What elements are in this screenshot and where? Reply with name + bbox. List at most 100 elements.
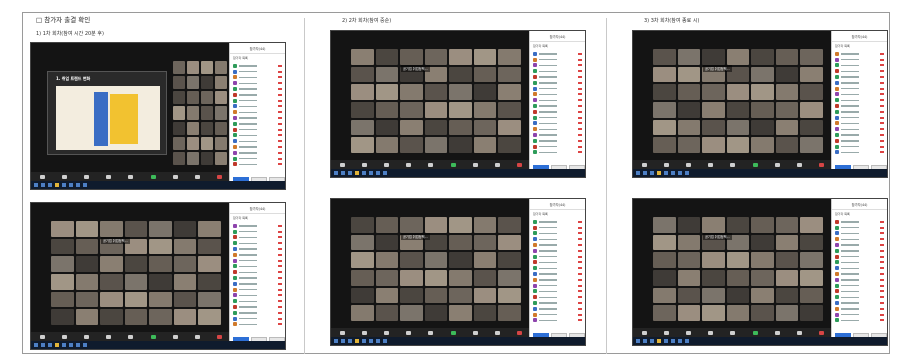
participants-icon[interactable]: [106, 334, 112, 339]
security-icon[interactable]: [384, 330, 390, 335]
video-tile[interactable]: [187, 136, 199, 150]
video-tile[interactable]: [751, 119, 774, 136]
taskbar-app-icon[interactable]: [341, 339, 345, 343]
taskbar-app-icon[interactable]: [657, 171, 661, 175]
taskbar-app-icon[interactable]: [76, 183, 80, 187]
taskbar-app-icon[interactable]: [41, 183, 45, 187]
participants-icon[interactable]: [106, 174, 112, 179]
video-tile[interactable]: [173, 274, 197, 290]
video-tile[interactable]: [751, 137, 774, 153]
video-tile[interactable]: [751, 49, 774, 65]
video-tile[interactable]: [351, 234, 374, 251]
video-tile[interactable]: [173, 136, 185, 150]
video-tile[interactable]: [473, 217, 497, 233]
video-tile[interactable]: [498, 49, 521, 65]
video-tile[interactable]: [473, 287, 497, 304]
video-tile[interactable]: [726, 217, 750, 233]
video-tile[interactable]: [702, 217, 725, 233]
video-tile[interactable]: [800, 102, 823, 118]
video-tile[interactable]: [473, 49, 497, 65]
video-tile[interactable]: [375, 252, 399, 268]
video-tile[interactable]: [726, 49, 750, 65]
video-tile[interactable]: [775, 119, 799, 136]
video-tile[interactable]: [51, 221, 74, 237]
taskbar-app-icon[interactable]: [383, 339, 387, 343]
video-tile[interactable]: [677, 252, 701, 268]
video-tile[interactable]: [653, 252, 676, 268]
video-tile[interactable]: [677, 49, 701, 65]
video-tile[interactable]: [473, 305, 497, 321]
taskbar-app-icon[interactable]: [650, 339, 654, 343]
participant-row[interactable]: [835, 318, 884, 324]
video-tile[interactable]: [173, 61, 185, 75]
video-tile[interactable]: [449, 66, 472, 83]
video-tile[interactable]: [726, 137, 750, 153]
video-tile[interactable]: [75, 256, 99, 272]
participants-icon[interactable]: [708, 162, 714, 167]
video-tile[interactable]: [775, 252, 799, 268]
video-tile[interactable]: [800, 252, 823, 268]
video-tile[interactable]: [677, 102, 701, 118]
video-tile[interactable]: [173, 309, 197, 325]
video-tile[interactable]: [498, 137, 521, 153]
video-tile[interactable]: [149, 309, 172, 325]
video-tile[interactable]: [726, 305, 750, 321]
video-tile[interactable]: [449, 305, 472, 321]
video-tile[interactable]: [173, 238, 197, 255]
video-tile[interactable]: [198, 238, 221, 255]
taskbar-app-icon[interactable]: [376, 339, 380, 343]
video-tile[interactable]: [149, 256, 172, 272]
video-tile[interactable]: [424, 217, 448, 233]
video-tile[interactable]: [677, 66, 701, 83]
taskbar-app-icon[interactable]: [69, 183, 73, 187]
taskbar-app-icon[interactable]: [62, 183, 66, 187]
video-tile[interactable]: [100, 221, 123, 237]
video-tile[interactable]: [702, 137, 725, 153]
video-tile[interactable]: [702, 287, 725, 304]
chat-icon[interactable]: [730, 330, 736, 335]
video-tile[interactable]: [677, 234, 701, 251]
video-tile[interactable]: [375, 217, 399, 233]
video-tile[interactable]: [800, 305, 823, 321]
video-icon[interactable]: [61, 174, 67, 179]
video-tile[interactable]: [449, 119, 472, 136]
video-tile[interactable]: [775, 270, 799, 286]
chat-icon[interactable]: [428, 162, 434, 167]
video-tile[interactable]: [187, 151, 199, 165]
video-tile[interactable]: [751, 270, 774, 286]
video-tile[interactable]: [351, 287, 374, 304]
taskbar-app-icon[interactable]: [83, 183, 87, 187]
video-tile[interactable]: [75, 238, 99, 255]
taskbar-app-icon[interactable]: [69, 343, 73, 347]
participants-icon[interactable]: [708, 330, 714, 335]
video-icon[interactable]: [361, 330, 367, 335]
taskbar-app-icon[interactable]: [348, 171, 352, 175]
security-icon[interactable]: [384, 162, 390, 167]
video-tile[interactable]: [400, 49, 423, 65]
record-icon[interactable]: [472, 162, 478, 167]
video-icon[interactable]: [663, 162, 669, 167]
video-tile[interactable]: [424, 119, 448, 136]
video-tile[interactable]: [351, 84, 374, 100]
video-tile[interactable]: [751, 217, 774, 233]
video-tile[interactable]: [473, 84, 497, 100]
video-tile[interactable]: [400, 305, 423, 321]
leave-icon[interactable]: [819, 162, 825, 167]
security-icon[interactable]: [686, 330, 692, 335]
video-tile[interactable]: [751, 287, 774, 304]
reactions-icon[interactable]: [195, 174, 201, 179]
taskbar-app-icon[interactable]: [685, 171, 689, 175]
video-tile[interactable]: [173, 256, 197, 272]
video-tile[interactable]: [173, 151, 185, 165]
video-tile[interactable]: [201, 106, 213, 120]
leave-icon[interactable]: [517, 162, 523, 167]
video-tile[interactable]: [124, 256, 148, 272]
video-tile[interactable]: [201, 91, 213, 105]
video-tile[interactable]: [400, 217, 423, 233]
video-tile[interactable]: [473, 252, 497, 268]
video-tile[interactable]: [400, 270, 423, 286]
taskbar-app-icon[interactable]: [671, 171, 675, 175]
video-tile[interactable]: [100, 274, 123, 290]
video-tile[interactable]: [702, 270, 725, 286]
video-tile[interactable]: [124, 221, 148, 237]
